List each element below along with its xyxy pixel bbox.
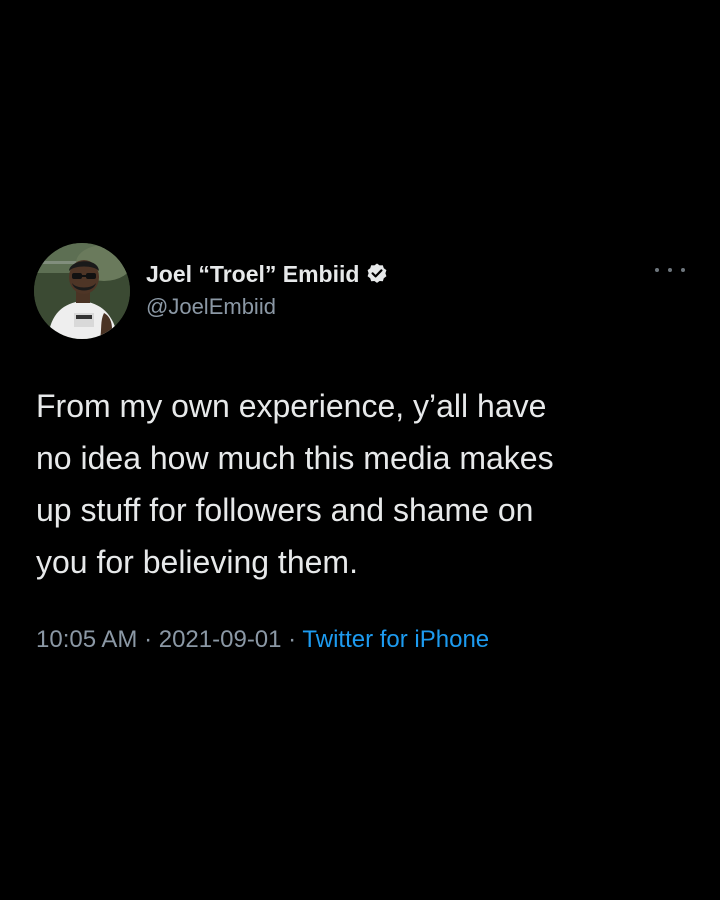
tweet-source-link[interactable]: Twitter for iPhone <box>302 626 489 653</box>
display-name[interactable]: Joel “Troel” Embiid <box>146 261 359 288</box>
tweet-text-line: From my own experience, y’all have <box>36 388 547 424</box>
tweet-meta: 10:05 AM · 2021-09-01 · Twitter for iPho… <box>36 626 489 654</box>
more-options-icon[interactable] <box>655 262 685 278</box>
name-row: Joel “Troel” Embiid <box>146 258 389 290</box>
more-dot <box>668 268 672 272</box>
avatar-image <box>34 243 130 339</box>
handle[interactable]: @JoelEmbiid <box>146 294 389 320</box>
tweet-header: Joel “Troel” Embiid @JoelEmbiid <box>146 258 389 320</box>
meta-separator: · <box>137 626 159 653</box>
verified-badge-icon <box>365 262 389 286</box>
tweet-card: Joel “Troel” Embiid @JoelEmbiid From my … <box>0 0 720 900</box>
tweet-text-line: no idea how much this media makes <box>36 440 554 476</box>
meta-separator: · <box>281 626 303 653</box>
tweet-text: From my own experience, y’all have no id… <box>36 380 686 588</box>
tweet-text-line: up stuff for followers and shame on <box>36 492 534 528</box>
tweet-text-line: you for believing them. <box>36 544 358 580</box>
more-dot <box>655 268 659 272</box>
avatar[interactable] <box>34 243 130 339</box>
more-dot <box>681 268 685 272</box>
tweet-time[interactable]: 10:05 AM <box>36 626 137 653</box>
tweet-date[interactable]: 2021-09-01 <box>159 626 282 653</box>
